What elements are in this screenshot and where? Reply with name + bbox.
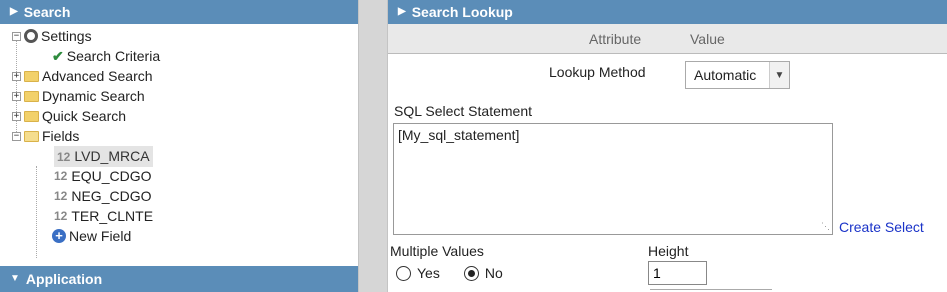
yes-radio-label[interactable]: Yes: [417, 265, 440, 281]
folder-icon: [24, 110, 39, 122]
tree-node-field[interactable]: 12 NEG_CDGO: [0, 186, 358, 206]
create-select-link[interactable]: Create Select: [839, 219, 924, 235]
sql-select-textarea[interactable]: [My_sql_statement] ⋱: [393, 123, 833, 235]
expand-toggle-icon[interactable]: +: [12, 91, 21, 101]
column-value: Value: [690, 30, 725, 47]
tree-node-advanced-search[interactable]: + Advanced Search: [0, 66, 358, 86]
next-field-border: [650, 289, 772, 290]
tree-label: Dynamic Search: [42, 88, 145, 104]
collapse-triangle-icon[interactable]: ▶: [398, 1, 406, 23]
search-panel-header[interactable]: ▶ Search: [0, 0, 358, 24]
application-panel-header-wrap: ▼ Application: [0, 266, 358, 292]
tree-label: NEG_CDGO: [71, 188, 152, 204]
sql-select-label: SQL Select Statement: [394, 103, 532, 119]
add-circle-icon: +: [52, 229, 66, 243]
tree-node-new-field[interactable]: + New Field: [0, 226, 358, 246]
tree-label: Search Criteria: [66, 48, 161, 64]
height-label: Height: [648, 243, 689, 259]
expand-toggle-icon[interactable]: +: [12, 71, 21, 81]
lookup-panel-title: Search Lookup: [411, 4, 513, 20]
column-attribute: Attribute: [589, 30, 642, 47]
tree-node-search-criteria[interactable]: ✔ Search Criteria: [0, 46, 358, 66]
lookup-method-value: Automatic: [694, 67, 757, 83]
panel-splitter[interactable]: [358, 0, 388, 292]
search-panel-title: Search: [23, 4, 71, 20]
gear-icon: [24, 29, 38, 43]
tree-node-field[interactable]: 12 EQU_CDGO: [0, 166, 358, 186]
search-tree: − Settings ✔ Search Criteria + Advanced …: [0, 24, 358, 258]
open-folder-icon: [24, 130, 39, 142]
expand-toggle-icon[interactable]: +: [12, 111, 21, 121]
tree-label: TER_CLNTE: [71, 208, 154, 224]
tree-label: EQU_CDGO: [71, 168, 152, 184]
expand-triangle-icon[interactable]: ▼: [10, 268, 20, 290]
lookup-method-label: Lookup Method: [549, 64, 646, 80]
multiple-values-label: Multiple Values: [390, 243, 484, 259]
tree-label: Advanced Search: [42, 68, 153, 84]
lookup-panel: ▶ Search Lookup Attribute Value Lookup M…: [388, 0, 947, 292]
tree-label: New Field: [69, 228, 132, 244]
application-panel-header[interactable]: ▼ Application: [0, 266, 358, 292]
folder-icon: [24, 70, 39, 82]
multiple-values-radios: Yes No: [396, 265, 503, 281]
height-input[interactable]: [648, 261, 707, 285]
tree-node-fields[interactable]: − Fields: [0, 126, 358, 146]
lookup-panel-header[interactable]: ▶ Search Lookup: [388, 0, 947, 24]
tree-node-dynamic-search[interactable]: + Dynamic Search: [0, 86, 358, 106]
no-radio[interactable]: [463, 265, 479, 281]
sql-select-value: [My_sql_statement]: [398, 127, 520, 143]
tree-label: Settings: [41, 28, 92, 44]
field-type-number: 12: [54, 169, 68, 183]
lookup-method-select[interactable]: Automatic ▼: [685, 61, 790, 89]
no-radio-label[interactable]: No: [485, 265, 503, 281]
collapse-toggle-icon[interactable]: −: [12, 131, 21, 141]
tree-node-field[interactable]: 12 TER_CLNTE: [0, 206, 358, 226]
resize-grip-icon[interactable]: ⋱: [821, 221, 830, 232]
field-type-number: 12: [54, 209, 68, 223]
property-grid-header: Attribute Value: [388, 24, 947, 54]
chevron-down-icon[interactable]: ▼: [769, 62, 789, 88]
search-panel: ▶ Search − Settings ✔ Search Criteria + …: [0, 0, 358, 292]
folder-icon: [24, 90, 39, 102]
checkmark-icon: ✔: [52, 48, 64, 64]
tree-label: Quick Search: [42, 108, 127, 124]
collapse-toggle-icon[interactable]: −: [12, 31, 21, 41]
tree-node-settings[interactable]: − Settings: [0, 26, 358, 46]
tree-label: LVD_MRCA: [74, 147, 150, 164]
field-type-number: 12: [54, 189, 68, 203]
yes-radio[interactable]: [396, 265, 411, 281]
field-type-number: 12: [57, 149, 71, 164]
tree-label: Fields: [42, 128, 80, 144]
collapse-triangle-icon[interactable]: ▶: [10, 1, 18, 23]
application-panel-title: Application: [25, 271, 103, 287]
tree-node-quick-search[interactable]: + Quick Search: [0, 106, 358, 126]
selected-field[interactable]: 12 LVD_MRCA: [54, 145, 153, 167]
tree-node-field[interactable]: 12 LVD_MRCA: [0, 145, 358, 167]
